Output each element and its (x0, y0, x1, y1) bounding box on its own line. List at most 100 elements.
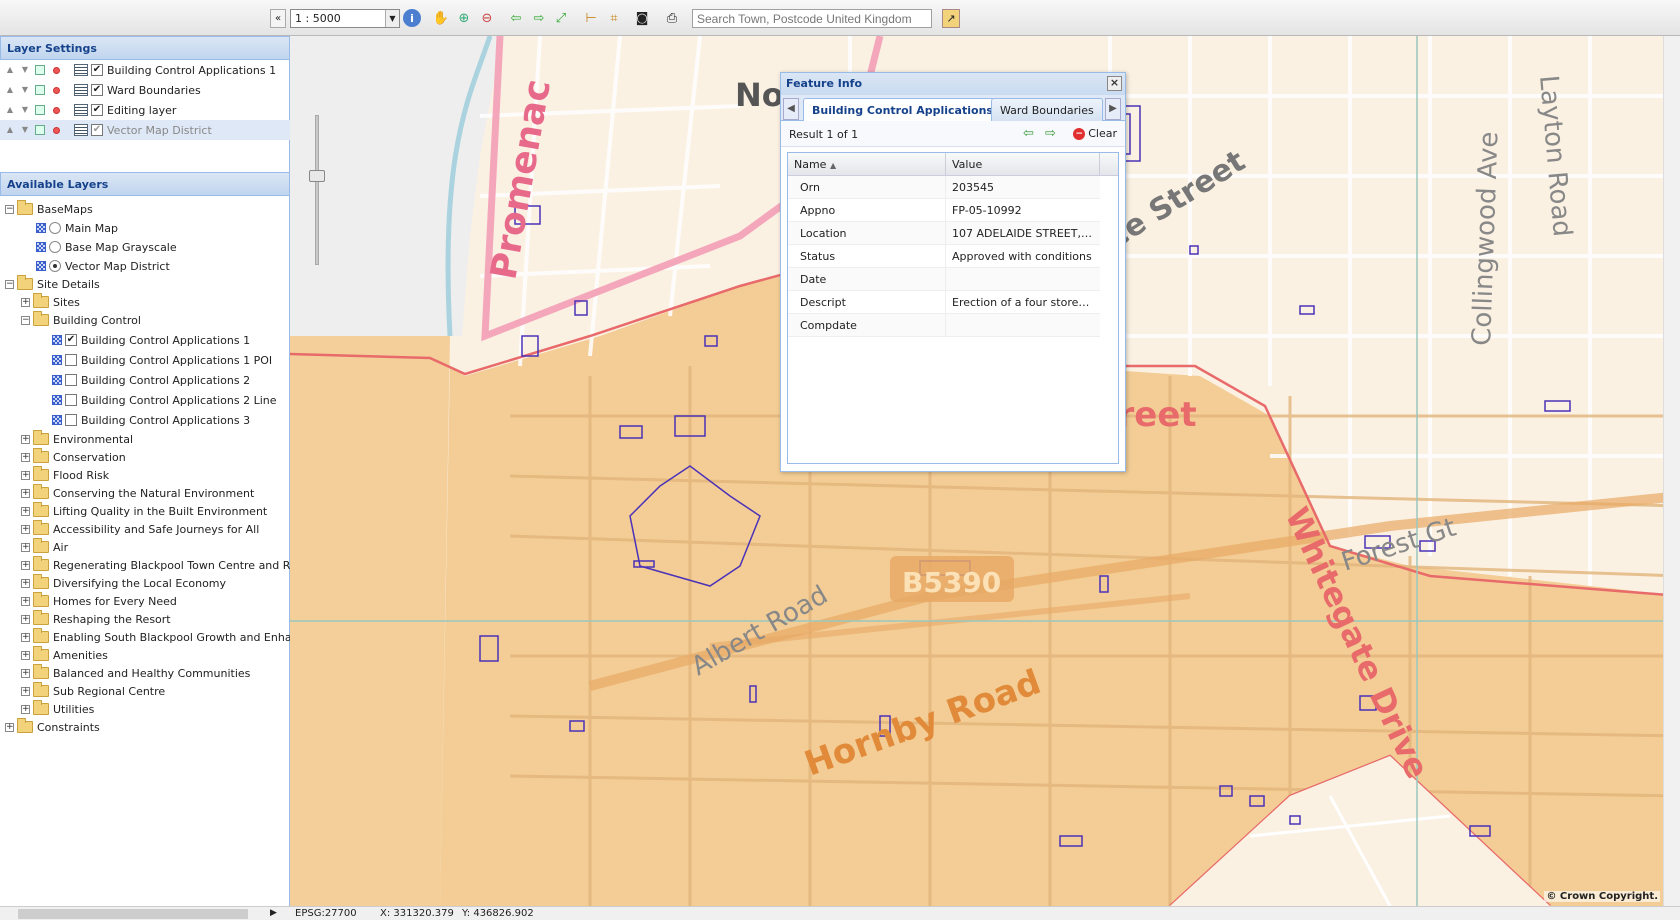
expand-icon[interactable]: + (21, 488, 30, 498)
zoom-slider-track[interactable] (315, 115, 319, 265)
move-up-icon[interactable]: ▲ (5, 125, 15, 135)
move-down-icon[interactable]: ▼ (20, 105, 30, 115)
layer-style-icon[interactable] (35, 85, 45, 95)
collapse-icon[interactable]: − (21, 315, 30, 325)
tree-node-group[interactable]: + Enabling South Blackpool Growth and Enh… (21, 628, 318, 646)
expand-icon[interactable]: + (21, 704, 30, 714)
column-header-name[interactable]: Name ▲ (788, 153, 946, 176)
layer-row[interactable]: ▲ ▼ ✔ Ward Boundaries (0, 80, 290, 100)
scale-select[interactable]: 1 : 5000 ▼ (290, 9, 400, 28)
print-icon[interactable]: ⎙ (663, 9, 681, 28)
table-row[interactable]: Status Approved with conditions (788, 245, 1100, 268)
move-up-icon[interactable]: ▲ (5, 105, 15, 115)
layer-checkbox[interactable] (65, 374, 77, 386)
column-header-value[interactable]: Value (946, 153, 1100, 176)
tree-node-site-details[interactable]: − Site Details (5, 275, 100, 293)
move-down-icon[interactable]: ▼ (20, 85, 30, 95)
tab-ward-boundaries[interactable]: Ward Boundaries (991, 98, 1103, 121)
basemap-option[interactable]: Vector Map District (36, 257, 170, 275)
expand-icon[interactable]: + (21, 452, 30, 462)
tree-node-basemaps[interactable]: − BaseMaps (5, 200, 93, 218)
tab-scroll-right-icon[interactable]: ▶ (1105, 98, 1121, 120)
clear-button[interactable]: − Clear (1073, 127, 1117, 140)
expand-icon[interactable]: + (21, 524, 30, 534)
table-row[interactable]: Descript Erection of a four storey bui... (788, 291, 1100, 314)
expand-icon[interactable]: + (21, 596, 30, 606)
tree-node-group[interactable]: + Environmental (21, 430, 133, 448)
layer-checkbox[interactable]: ✔ (91, 84, 103, 96)
collapse-icon[interactable]: − (5, 279, 14, 289)
tree-node-group[interactable]: + Amenities (21, 646, 108, 664)
crop-area-icon[interactable]: ⌗ (605, 9, 623, 28)
expand-icon[interactable]: + (21, 668, 30, 678)
expand-icon[interactable]: + (21, 297, 30, 307)
layer-row[interactable]: ▲ ▼ ✔ Editing layer (0, 100, 290, 120)
pan-hand-icon[interactable]: ✋ (432, 9, 450, 28)
layer-style-icon[interactable] (35, 105, 45, 115)
remove-layer-icon[interactable] (53, 106, 60, 114)
tree-node-group[interactable]: + Lifting Quality in the Built Environmen… (21, 502, 267, 520)
zoom-out-icon[interactable]: ⊖ (478, 9, 496, 28)
tree-node-sites[interactable]: + Sites (21, 293, 80, 311)
next-result-icon[interactable]: ⇨ (1045, 126, 1056, 141)
expand-icon[interactable]: + (21, 578, 30, 588)
expand-icon[interactable]: + (5, 722, 14, 732)
collapse-icon[interactable]: − (5, 204, 14, 214)
tree-node-group[interactable]: + Conservation (21, 448, 126, 466)
remove-layer-icon[interactable] (53, 126, 60, 134)
remove-layer-icon[interactable] (53, 66, 60, 74)
zoom-slider-handle[interactable] (309, 170, 325, 182)
binoculars-icon[interactable]: ◙ (633, 9, 651, 28)
table-row[interactable]: Date (788, 268, 1100, 291)
tree-node-group[interactable]: + Diversifying the Local Economy (21, 574, 226, 592)
tree-node-group[interactable]: + Balanced and Healthy Communities (21, 664, 250, 682)
scroll-right-icon[interactable]: ▶ (270, 908, 277, 918)
layer-checkbox[interactable]: ✔ (91, 104, 103, 116)
export-map-icon[interactable]: ↗ (942, 9, 960, 28)
bc-layer-item[interactable]: Building Control Applications 3 (52, 411, 250, 429)
tree-node-group[interactable]: + Homes for Every Need (21, 592, 177, 610)
tab-scroll-left-icon[interactable]: ◀ (783, 98, 799, 120)
move-up-icon[interactable]: ▲ (5, 65, 15, 75)
table-row[interactable]: Orn 203545 (788, 176, 1100, 199)
table-row[interactable]: Location 107 ADELAIDE STREET, B... (788, 222, 1100, 245)
prev-result-icon[interactable]: ⇦ (1023, 126, 1034, 141)
tree-node-group[interactable]: + Sub Regional Centre (21, 682, 165, 700)
bc-layer-item[interactable]: Building Control Applications 2 Line (52, 391, 277, 409)
tree-node-group[interactable]: + Conserving the Natural Environment (21, 484, 254, 502)
zoom-in-icon[interactable]: ⊕ (455, 9, 473, 28)
info-icon[interactable]: i (403, 9, 421, 27)
move-down-icon[interactable]: ▼ (20, 125, 30, 135)
radio-button-selected[interactable] (49, 260, 61, 272)
panel-scrollbar[interactable] (18, 909, 248, 919)
table-row[interactable]: Compdate (788, 314, 1100, 337)
bc-layer-item[interactable]: Building Control Applications 2 (52, 371, 250, 389)
layer-checkbox[interactable] (65, 414, 77, 426)
basemap-option[interactable]: Base Map Grayscale (36, 238, 177, 256)
collapse-left-panel-button[interactable]: « (270, 9, 286, 28)
expand-icon[interactable]: + (21, 614, 30, 624)
expand-icon[interactable]: + (21, 434, 30, 444)
tree-node-group[interactable]: + Reshaping the Resort (21, 610, 171, 628)
tree-node-group[interactable]: + Air (21, 538, 68, 556)
expand-icon[interactable]: + (21, 686, 30, 696)
expand-icon[interactable]: + (21, 506, 30, 516)
table-row[interactable]: Appno FP-05-10992 (788, 199, 1100, 222)
layer-row-selected[interactable]: ▲ ▼ ✔ Vector Map District (0, 120, 290, 140)
basemap-option[interactable]: Main Map (36, 219, 118, 237)
full-extent-icon[interactable]: ⤢ (552, 9, 570, 28)
tree-node-building-control[interactable]: − Building Control (21, 311, 141, 329)
layer-checkbox[interactable]: ✔ (65, 334, 77, 346)
radio-button[interactable] (49, 241, 61, 253)
back-arrow-icon[interactable]: ⇦ (507, 9, 525, 28)
close-icon[interactable]: × (1107, 76, 1122, 91)
measure-icon[interactable]: ⊢ (582, 9, 600, 28)
layer-checkbox[interactable] (65, 394, 77, 406)
expand-icon[interactable]: + (21, 470, 30, 480)
layer-style-icon[interactable] (35, 125, 45, 135)
layer-row[interactable]: ▲ ▼ ✔ Building Control Applications 1 (0, 60, 290, 80)
layer-checkbox[interactable]: ✔ (91, 124, 103, 136)
expand-icon[interactable]: + (21, 560, 30, 570)
layer-checkbox[interactable]: ✔ (91, 64, 103, 76)
tab-building-control-applications-1[interactable]: Building Control Applications 1 (803, 98, 1014, 122)
